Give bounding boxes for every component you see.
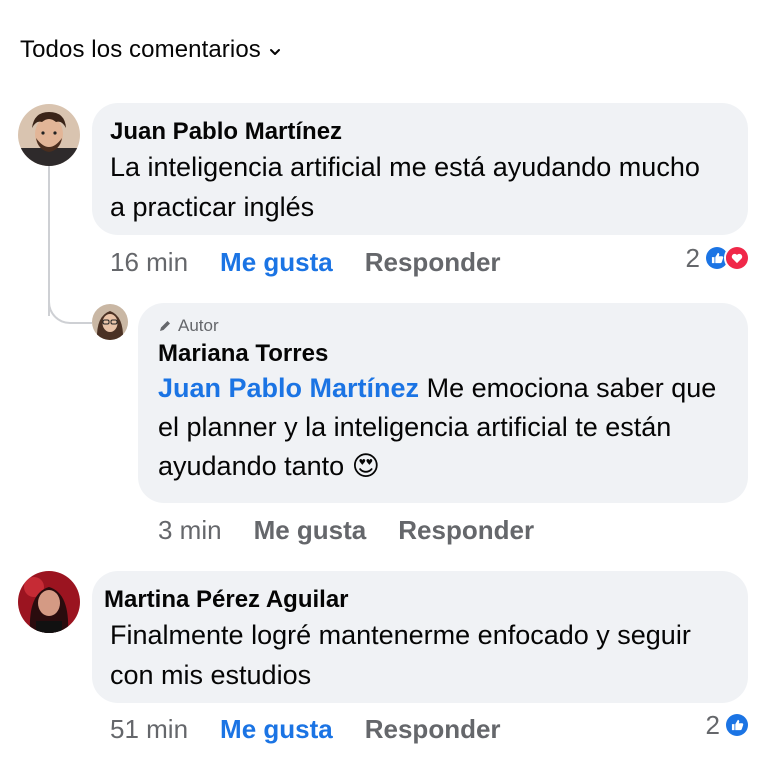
avatar[interactable] — [92, 304, 128, 340]
reply-bubble: Autor Mariana Torres Juan Pablo Martínez… — [138, 303, 748, 503]
love-icon — [724, 245, 750, 271]
comment-time[interactable]: 3 min — [158, 515, 222, 546]
reaction-count: 2 — [705, 709, 720, 740]
comment-actions: 51 min Me gusta Responder — [110, 711, 501, 747]
comment-text: Finalmente logré mantenerme enfocado y s… — [110, 620, 691, 690]
reaction-count: 2 — [685, 242, 700, 273]
like-button[interactable]: Me gusta — [254, 515, 367, 546]
comment-author[interactable]: Martina Pérez Aguilar — [104, 585, 728, 615]
comment-bubble: Martina Pérez Aguilar Finalmente logré m… — [92, 571, 748, 703]
comments-filter-label: Todos los comentarios — [20, 36, 261, 63]
comment-time[interactable]: 51 min — [110, 714, 188, 745]
comments-filter[interactable]: Todos los comentarios — [20, 33, 281, 67]
author-badge-label: Autor — [178, 316, 219, 335]
comment-text: La inteligencia artificial me está ayuda… — [110, 152, 700, 222]
author-badge: Autor — [158, 315, 730, 337]
thread-connector — [48, 290, 92, 324]
comment-text: Juan Pablo Martínez Me emociona saber qu… — [158, 369, 738, 486]
comment-actions: 16 min Me gusta Responder — [110, 244, 501, 280]
heart-eyes-emoji: 😍 — [351, 451, 380, 481]
comment-author[interactable]: Mariana Torres — [158, 339, 730, 369]
avatar[interactable] — [18, 571, 80, 633]
comment-bubble: Juan Pablo Martínez La inteligencia arti… — [92, 103, 748, 235]
reply-button[interactable]: Responder — [398, 515, 534, 546]
chevron-down-icon — [269, 48, 280, 55]
reply-button[interactable]: Responder — [365, 247, 501, 278]
reaction-summary[interactable]: 2 — [706, 709, 750, 741]
like-button[interactable]: Me gusta — [220, 247, 333, 278]
avatar[interactable] — [18, 104, 80, 166]
mention-link[interactable]: Juan Pablo Martínez — [158, 373, 419, 403]
like-button[interactable]: Me gusta — [220, 714, 333, 745]
reaction-summary[interactable]: 2 — [686, 242, 750, 274]
like-icon — [724, 712, 750, 738]
pencil-icon — [160, 321, 170, 331]
comment-time[interactable]: 16 min — [110, 247, 188, 278]
comment-author[interactable]: Juan Pablo Martínez — [110, 117, 728, 147]
reply-button[interactable]: Responder — [365, 714, 501, 745]
comment-actions: 3 min Me gusta Responder — [158, 512, 534, 548]
